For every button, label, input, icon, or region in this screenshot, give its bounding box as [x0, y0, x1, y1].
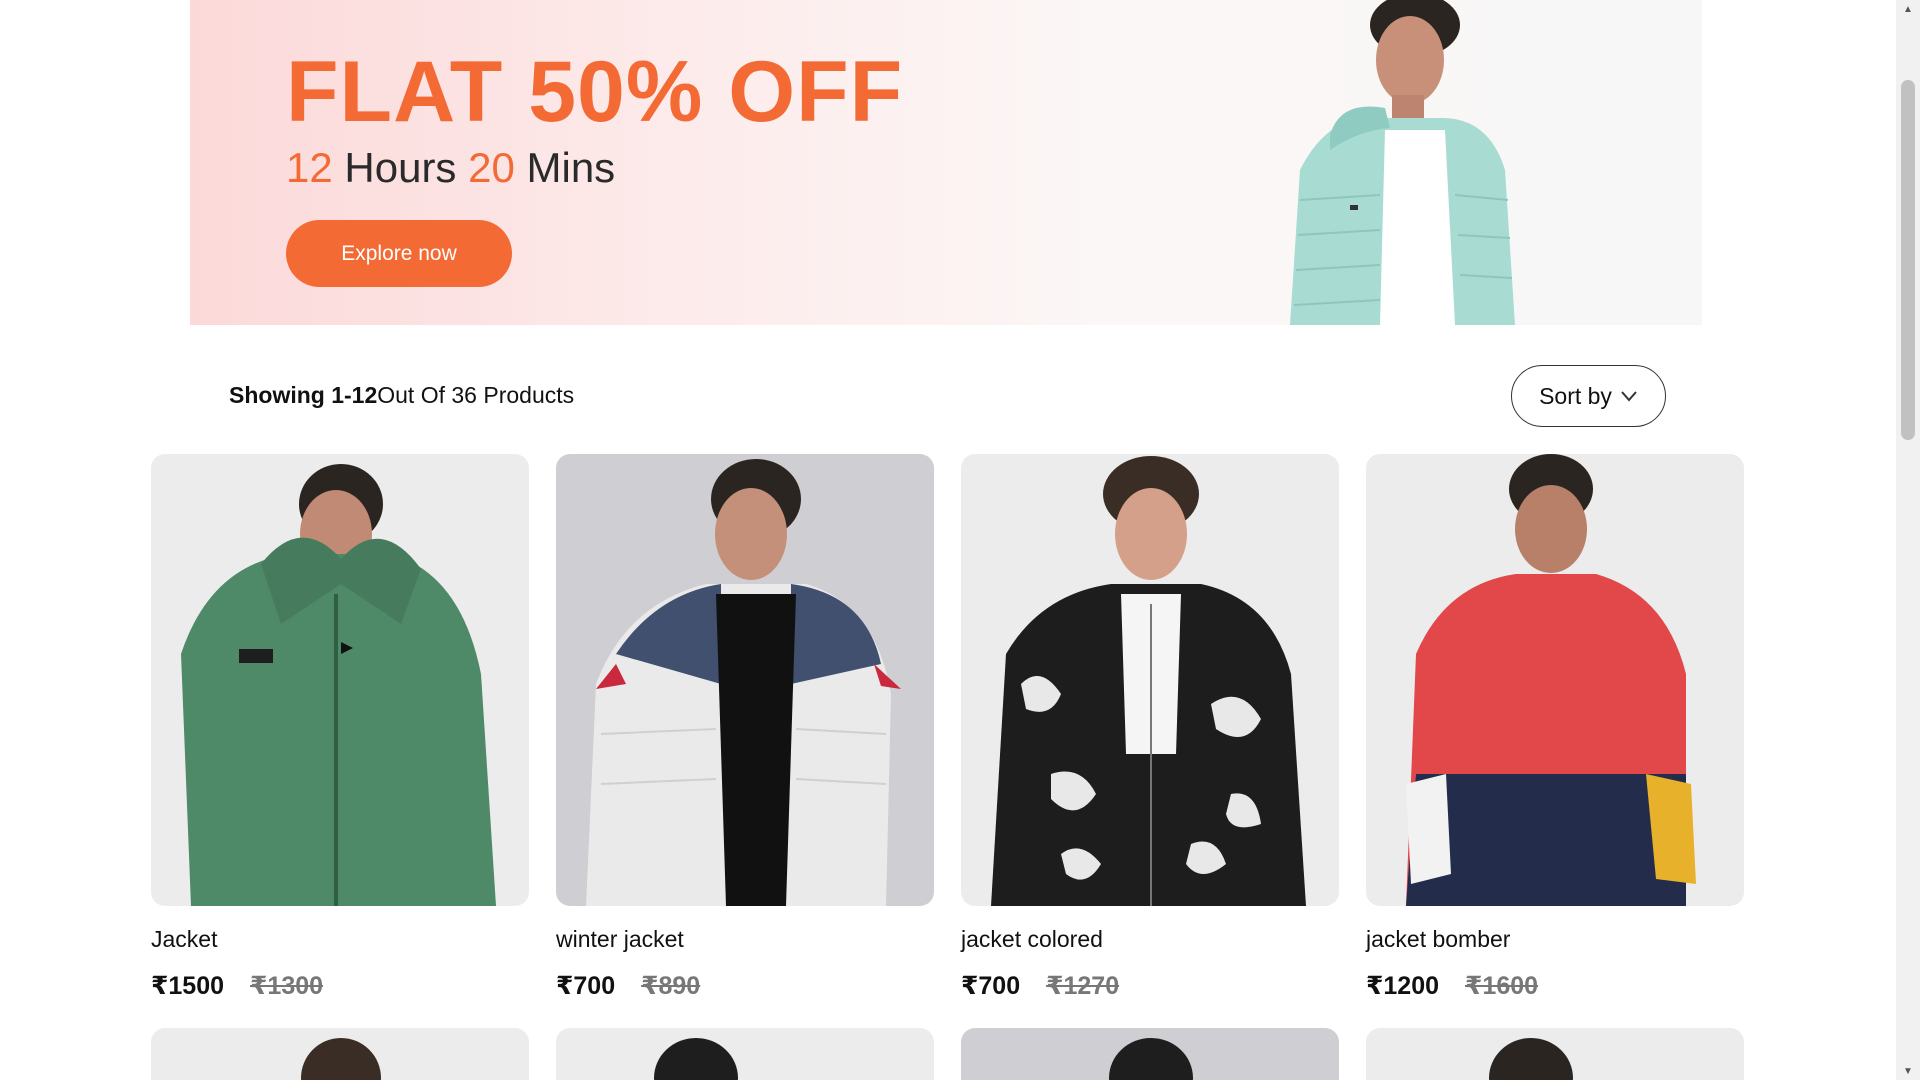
results-total: Out Of 36 Products	[377, 382, 575, 408]
product-card[interactable]	[151, 1028, 529, 1080]
countdown-mins-label: Mins	[526, 144, 616, 191]
product-card[interactable]: jacket bomber ₹1200 ₹1600	[1366, 454, 1744, 1001]
scrollbar-thumb[interactable]	[1901, 80, 1915, 440]
product-image[interactable]	[151, 1028, 529, 1080]
product-price: ₹1500	[151, 972, 225, 1000]
product-name[interactable]: jacket colored	[961, 926, 1339, 953]
results-range: Showing 1-12	[229, 382, 378, 408]
product-image[interactable]	[556, 1028, 934, 1080]
product-image[interactable]	[1366, 454, 1744, 906]
product-old-price: ₹1270	[1046, 972, 1120, 1000]
product-image[interactable]	[961, 454, 1339, 906]
promo-banner: FLAT 50% OFF 12 Hours 20 Mins Explore no…	[190, 0, 1702, 325]
product-card[interactable]: jacket colored ₹700 ₹1270	[961, 454, 1339, 1001]
sort-by-label: Sort by	[1539, 382, 1612, 409]
page-scrollbar[interactable]: ▲ ▼	[1896, 0, 1920, 1080]
product-card[interactable]: winter jacket ₹700 ₹890	[556, 454, 934, 1001]
results-count: Showing 1-12Out Of 36 Products	[229, 382, 574, 409]
product-prices: ₹1500 ₹1300	[151, 971, 529, 1001]
countdown-hours-value: 12	[286, 144, 333, 191]
product-card[interactable]	[556, 1028, 934, 1080]
chevron-down-icon	[1621, 391, 1637, 402]
banner-model-image	[1290, 0, 1515, 325]
product-name[interactable]: jacket bomber	[1366, 926, 1744, 953]
scroll-down-arrow-icon[interactable]: ▼	[1896, 1062, 1920, 1080]
product-card[interactable]	[1366, 1028, 1744, 1080]
product-old-price: ₹1600	[1465, 972, 1539, 1000]
product-image[interactable]	[556, 454, 934, 906]
product-old-price: ₹1300	[250, 972, 324, 1000]
product-name[interactable]: winter jacket	[556, 926, 934, 953]
countdown-mins-value: 20	[468, 144, 515, 191]
countdown-timer: 12 Hours 20 Mins	[286, 144, 615, 192]
product-price: ₹700	[961, 972, 1021, 1000]
product-old-price: ₹890	[641, 972, 701, 1000]
banner-title: FLAT 50% OFF	[286, 44, 904, 140]
product-name[interactable]: Jacket	[151, 926, 529, 953]
product-card[interactable]: Jacket ₹1500 ₹1300	[151, 454, 529, 1001]
product-card[interactable]	[961, 1028, 1339, 1080]
countdown-hours-label: Hours	[344, 144, 457, 191]
explore-now-button[interactable]: Explore now	[286, 220, 512, 287]
product-image[interactable]	[151, 454, 529, 906]
product-image[interactable]	[961, 1028, 1339, 1080]
product-prices: ₹700 ₹890	[556, 971, 934, 1001]
product-price: ₹700	[556, 972, 616, 1000]
product-image[interactable]	[1366, 1028, 1744, 1080]
product-prices: ₹1200 ₹1600	[1366, 971, 1744, 1001]
sort-by-button[interactable]: Sort by	[1511, 365, 1666, 427]
scroll-up-arrow-icon[interactable]: ▲	[1896, 0, 1920, 18]
product-prices: ₹700 ₹1270	[961, 971, 1339, 1001]
product-price: ₹1200	[1366, 972, 1440, 1000]
